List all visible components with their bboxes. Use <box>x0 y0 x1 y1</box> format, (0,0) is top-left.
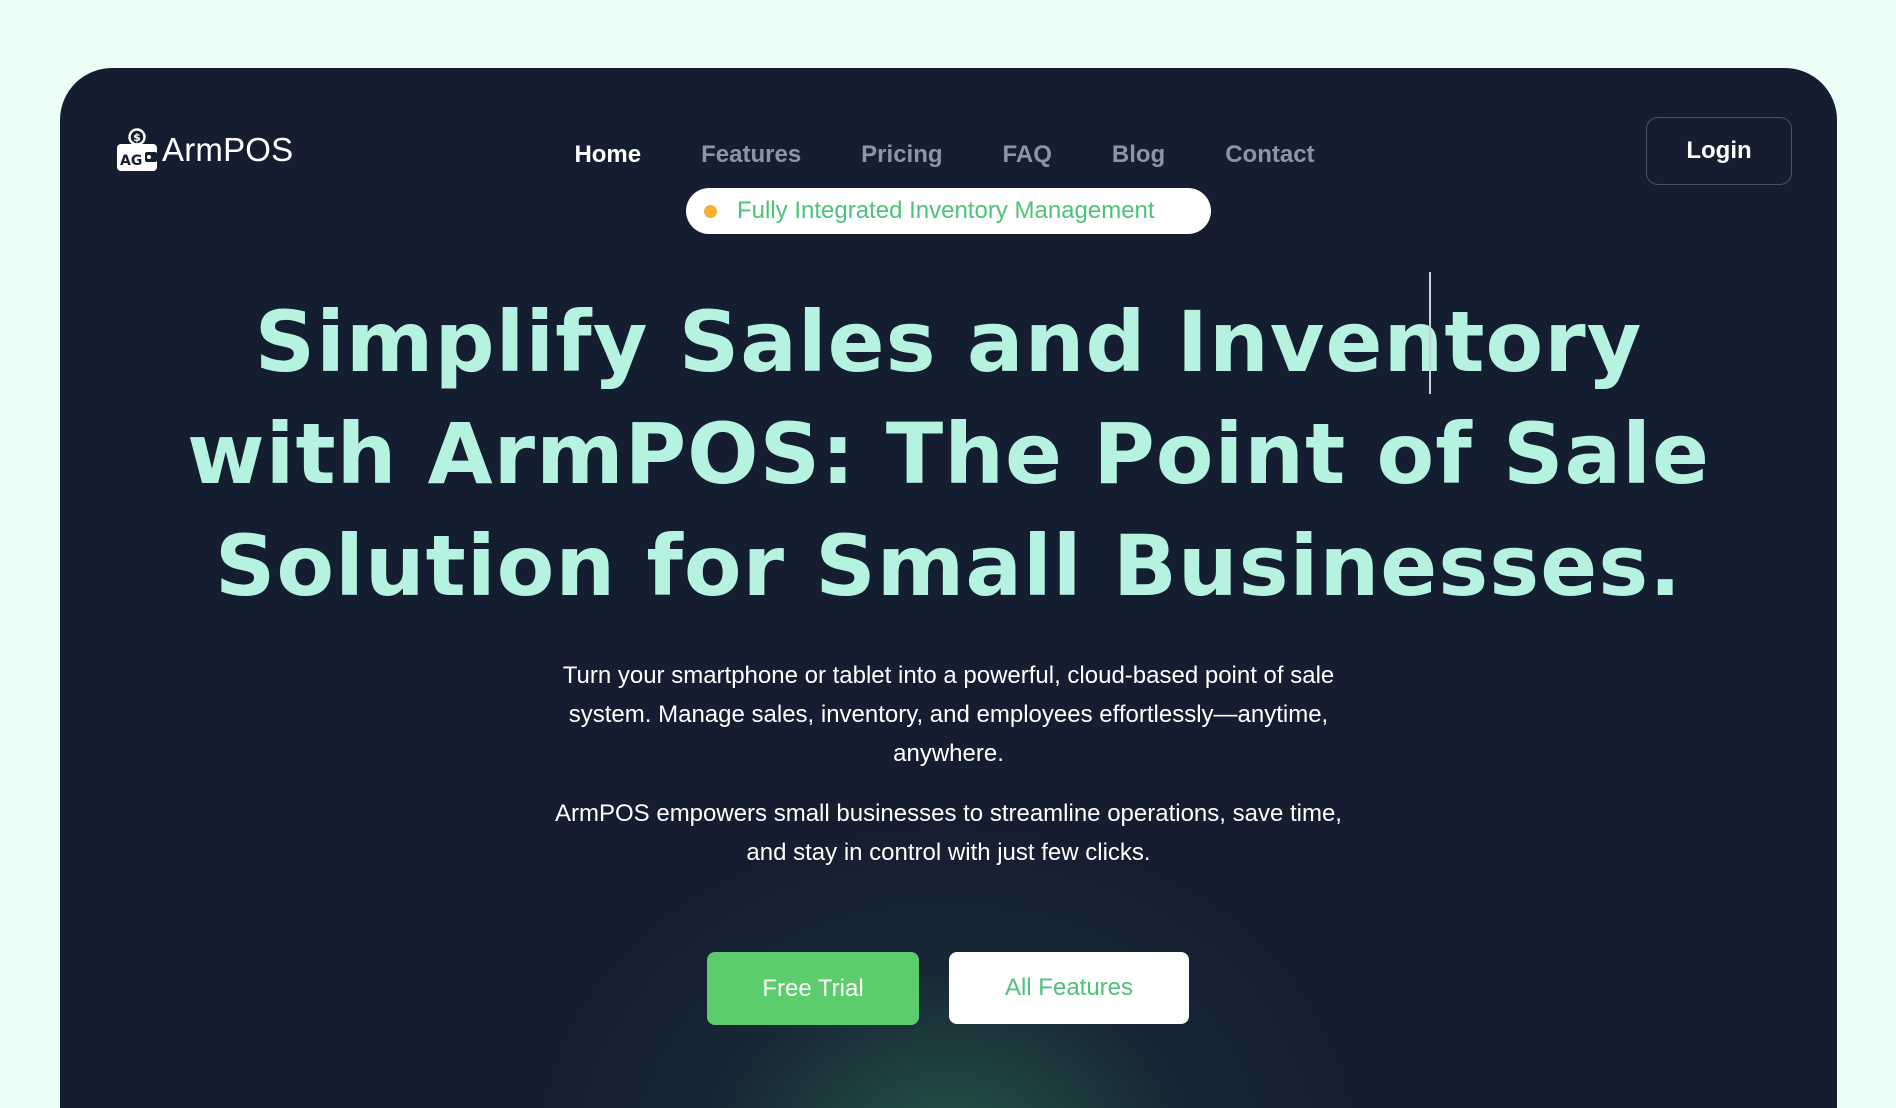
hero-panel: $ AG ArmPOS Home Features Pricing FAQ Bl… <box>60 68 1837 1108</box>
status-dot-icon <box>704 204 717 218</box>
hero-subdescription: ArmPOS empowers small businesses to stre… <box>60 794 1837 872</box>
brand-name: ArmPOS <box>162 131 294 168</box>
hero-description: Turn your smartphone or tablet into a po… <box>60 656 1837 773</box>
headline-line-1: Simplify Sales and Inventory <box>254 293 1643 391</box>
subdescription-line-1: ArmPOS empowers small businesses to stre… <box>555 800 1342 827</box>
svg-text:$: $ <box>133 131 141 144</box>
nav-item-contact[interactable]: Contact <box>1195 140 1344 170</box>
all-features-button[interactable]: All Features <box>949 952 1189 1024</box>
nav-item-faq[interactable]: FAQ <box>973 140 1082 170</box>
headline-line-2: with ArmPOS: The Point of Sale <box>187 405 1710 503</box>
description-line-2: system. Manage sales, inventory, and emp… <box>568 701 1329 728</box>
nav-item-pricing[interactable]: Pricing <box>831 140 972 170</box>
brand-logo[interactable]: $ AG ArmPOS <box>116 128 293 172</box>
hero-headline: Simplify Sales and Inventory with ArmPOS… <box>60 286 1837 622</box>
login-button[interactable]: Login <box>1646 117 1792 185</box>
feature-badge: Fully Integrated Inventory Management <box>686 188 1211 234</box>
wallet-dollar-icon: $ AG <box>117 128 157 171</box>
description-line-3: anywhere. <box>893 740 1004 767</box>
subdescription-line-2: and stay in control with just few clicks… <box>746 839 1151 866</box>
description-line-1: Turn your smartphone or tablet into a po… <box>562 662 1335 689</box>
nav-item-home[interactable]: Home <box>544 140 671 170</box>
nav-item-features[interactable]: Features <box>671 140 831 170</box>
nav-item-blog[interactable]: Blog <box>1082 140 1195 170</box>
logo-letters: AG <box>120 153 142 169</box>
feature-badge-text: Fully Integrated Inventory Management <box>737 197 1155 224</box>
main-nav: Home Features Pricing FAQ Blog Contact <box>60 140 1837 170</box>
headline-line-3: Solution for Small Businesses. <box>214 517 1683 615</box>
text-cursor <box>1429 272 1431 394</box>
free-trial-button[interactable]: Free Trial <box>707 952 919 1025</box>
